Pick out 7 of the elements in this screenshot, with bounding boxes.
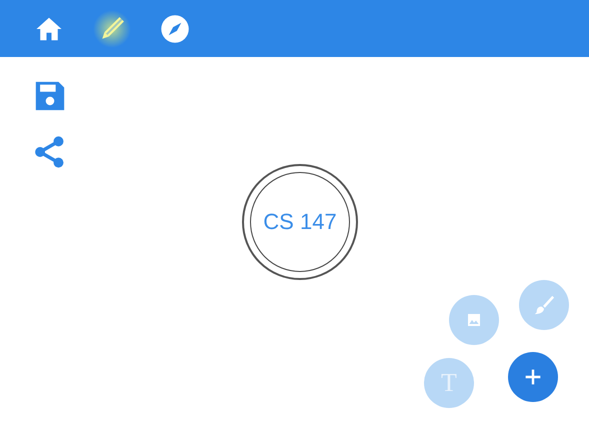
image-icon — [466, 312, 482, 328]
course-label: CS 147 — [263, 209, 337, 235]
add-button[interactable] — [508, 352, 558, 402]
course-badge[interactable]: CS 147 — [242, 164, 358, 280]
save-icon — [33, 79, 67, 113]
compass-icon — [160, 14, 190, 44]
brush-icon — [533, 294, 555, 316]
